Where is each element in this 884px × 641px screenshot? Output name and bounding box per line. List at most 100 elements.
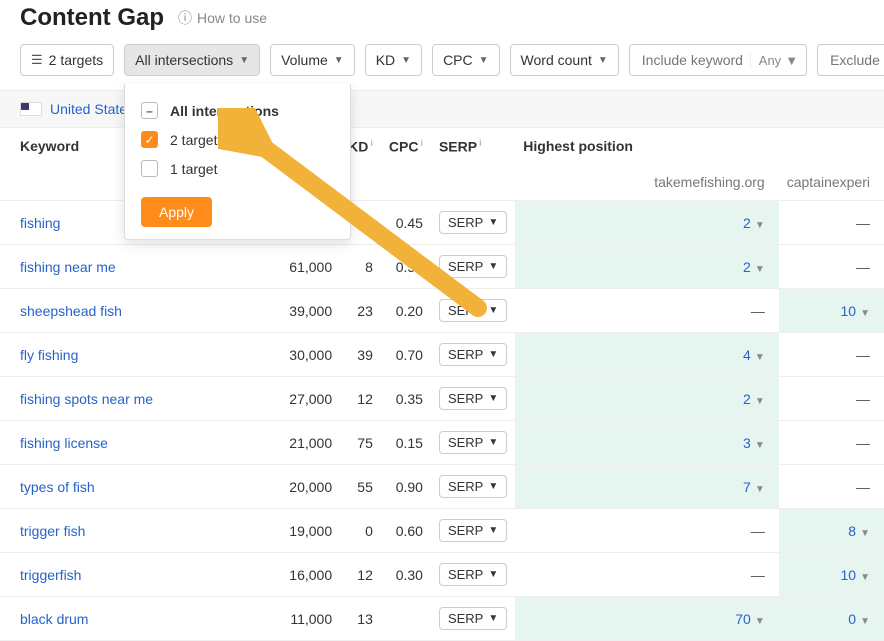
volume-cell: 39,000	[262, 289, 340, 333]
intersections-1target-option[interactable]: 1 target	[125, 154, 350, 183]
position-cell[interactable]: 3▼	[515, 421, 778, 465]
kd-cell: 13	[340, 597, 381, 641]
checkbox-unchecked-icon	[141, 160, 158, 177]
info-icon: i	[370, 138, 373, 148]
kd-cell: 8	[340, 245, 381, 289]
include-field[interactable]	[640, 51, 750, 69]
kd-filter[interactable]: KD ▼	[365, 44, 422, 76]
position-cell[interactable]: 2▼	[515, 245, 778, 289]
position-cell[interactable]: 10▼	[779, 553, 884, 597]
keyword-link[interactable]: triggerfish	[20, 567, 81, 583]
keyword-link[interactable]: sheepshead fish	[20, 303, 122, 319]
keyword-link[interactable]: fly fishing	[20, 347, 78, 363]
keyword-cell: fishing spots near me	[0, 377, 262, 421]
table-row: triggerfish16,000120.30SERP ▼—10▼	[0, 553, 884, 597]
serp-cell: SERP ▼	[431, 333, 515, 377]
kd-cell: 39	[340, 333, 381, 377]
table-row: sheepshead fish39,000230.20SERP ▼—10▼	[0, 289, 884, 333]
position-cell: —	[515, 553, 778, 597]
position-cell: —	[779, 201, 884, 245]
checkbox-checked-icon: ✓	[141, 131, 158, 148]
keyword-link[interactable]: fishing license	[20, 435, 108, 451]
serp-button[interactable]: SERP ▼	[439, 343, 507, 366]
exclude-field[interactable]	[828, 51, 884, 69]
chevron-down-icon: ▼	[334, 55, 344, 66]
position-cell[interactable]: 10▼	[779, 289, 884, 333]
col-site2[interactable]: captainexperi	[779, 164, 884, 201]
keyword-link[interactable]: fishing spots near me	[20, 391, 153, 407]
sliders-icon: ☰	[31, 52, 43, 68]
serp-button[interactable]: SERP ▼	[439, 563, 507, 586]
volume-cell: 20,000	[262, 465, 340, 509]
exclude-keyword-input[interactable]	[817, 44, 884, 76]
cpc-cell: 0.90	[381, 465, 431, 509]
serp-button[interactable]: SERP ▼	[439, 607, 507, 630]
position-cell: —	[515, 289, 778, 333]
position-cell[interactable]: 8▼	[779, 509, 884, 553]
wordcount-filter[interactable]: Word count ▼	[510, 44, 619, 76]
cpc-cell: 0.20	[381, 289, 431, 333]
position-cell[interactable]: 2▼	[515, 377, 778, 421]
serp-cell: SERP ▼	[431, 509, 515, 553]
table-row: fishing spots near me 27,000120.35 SERP ▼ 2…	[0, 377, 884, 421]
cpc-cell: 0.45	[381, 201, 431, 245]
serp-button[interactable]: SERP ▼	[439, 299, 507, 322]
table-row: fishing license21,000750.15SERP ▼3▼—	[0, 421, 884, 465]
keyword-link[interactable]: trigger fish	[20, 523, 85, 539]
serp-button[interactable]: SERP ▼	[439, 519, 507, 542]
chevron-down-icon: ▼	[598, 55, 608, 66]
include-keyword-input[interactable]: Any ▼	[629, 44, 807, 76]
serp-cell: SERP ▼	[431, 245, 515, 289]
intersections-2targets-option[interactable]: ✓ 2 targets	[125, 125, 350, 154]
position-cell[interactable]: 70▼	[515, 597, 778, 641]
targets-filter[interactable]: ☰ 2 targets	[20, 44, 114, 76]
keyword-link[interactable]: fishing	[20, 215, 60, 231]
serp-button[interactable]: SERP ▼	[439, 255, 507, 278]
kd-cell: 12	[340, 377, 381, 421]
chevron-down-icon: ▼	[479, 55, 489, 66]
volume-cell: 27,000	[262, 377, 340, 421]
include-match-mode[interactable]: Any ▼	[750, 53, 806, 68]
intersections-filter[interactable]: All intersections ▼	[124, 44, 260, 76]
cpc-cell: 0.70	[381, 333, 431, 377]
serp-button[interactable]: SERP ▼	[439, 431, 507, 454]
col-site1[interactable]: takemefishing.org	[515, 164, 778, 201]
keyword-cell: trigger fish	[0, 509, 262, 553]
keyword-link[interactable]: types of fish	[20, 479, 95, 495]
country-selector[interactable]: United State	[50, 101, 127, 117]
volume-cell: 11,000	[262, 597, 340, 641]
serp-cell: SERP ▼	[431, 377, 515, 421]
apply-button[interactable]: Apply	[141, 197, 212, 227]
info-icon: i	[479, 138, 482, 148]
position-cell[interactable]: 0▼	[779, 597, 884, 641]
how-to-use-link[interactable]: ⓘ How to use	[178, 8, 267, 28]
position-cell[interactable]: 2▼	[515, 201, 778, 245]
us-flag-icon	[20, 102, 42, 116]
table-row: fishing near me61,00080.50SERP ▼2▼—	[0, 245, 884, 289]
serp-button[interactable]: SERP ▼	[439, 387, 507, 410]
keyword-cell: fly fishing	[0, 333, 262, 377]
position-cell: —	[779, 245, 884, 289]
position-cell: —	[515, 509, 778, 553]
keyword-cell: black drum	[0, 597, 262, 641]
position-cell[interactable]: 4▼	[515, 333, 778, 377]
volume-filter[interactable]: Volume ▼	[270, 44, 355, 76]
col-highest[interactable]: Highest position	[515, 128, 884, 164]
cpc-cell: 0.35	[381, 377, 431, 421]
keyword-link[interactable]: fishing near me	[20, 259, 116, 275]
serp-button[interactable]: SERP ▼	[439, 475, 507, 498]
keyword-cell: fishing near me	[0, 245, 262, 289]
col-cpc[interactable]: CPCi	[381, 128, 431, 201]
help-icon: ⓘ	[178, 8, 192, 28]
cpc-cell: 0.50	[381, 245, 431, 289]
chevron-down-icon: ▼	[401, 55, 411, 66]
col-serp[interactable]: SERPi	[431, 128, 515, 201]
serp-cell: SERP ▼	[431, 421, 515, 465]
cpc-filter[interactable]: CPC ▼	[432, 44, 499, 76]
intersections-dropdown: – All intersections ✓ 2 targets 1 target…	[124, 84, 351, 240]
position-cell[interactable]: 7▼	[515, 465, 778, 509]
intersections-all-option[interactable]: – All intersections	[125, 96, 350, 125]
keyword-link[interactable]: black drum	[20, 611, 88, 627]
serp-button[interactable]: SERP ▼	[439, 211, 507, 234]
info-icon: i	[420, 138, 423, 148]
